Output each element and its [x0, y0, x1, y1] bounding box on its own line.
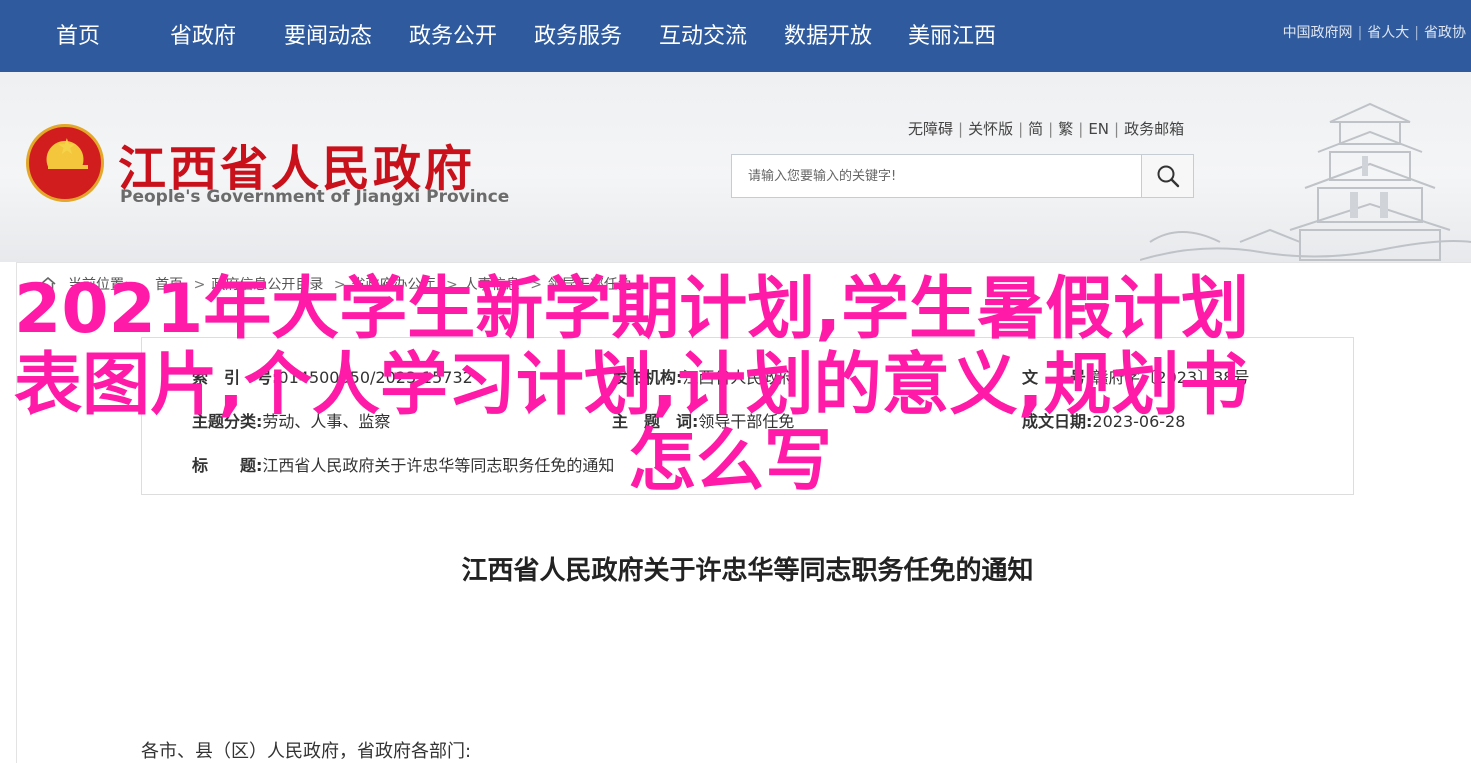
link-elderly-mode[interactable]: 关怀版: [968, 120, 1013, 138]
breadcrumb-disclosure-catalog[interactable]: 政府信息公开目录: [211, 277, 323, 293]
national-emblem-icon: ★: [26, 124, 104, 202]
info-publisher-label: 发布机构:: [612, 368, 683, 387]
top-navigation-bar: 首页 省政府 要闻动态 政务公开 政务服务 互动交流 数据开放 美丽江西 中国政…: [0, 0, 1471, 72]
breadcrumb-leader-appointments[interactable]: 领导干部任免: [548, 277, 632, 293]
nav-item-government-services[interactable]: 政务服务: [534, 18, 622, 50]
document-title: 江西省人民政府关于许忠华等同志职务任免的通知: [461, 556, 1034, 586]
info-index: 索 引 号:014500850/2023-15732: [192, 364, 473, 388]
info-title-value: 江西省人民政府关于许忠华等同志职务任免的通知: [262, 456, 615, 475]
nav-item-beautiful-jiangxi[interactable]: 美丽江西: [908, 18, 996, 50]
link-accessibility[interactable]: 无障碍: [908, 120, 953, 138]
info-subject: 主 题 词:领导干部任免: [612, 408, 794, 432]
info-date-label: 成文日期:: [1022, 412, 1093, 431]
pavilion-illustration: [1140, 102, 1471, 261]
info-subject-value: 领导干部任免: [698, 412, 795, 431]
info-publisher: 发布机构:江西省人民政府: [612, 364, 794, 388]
info-docno-label: 文 号:: [1022, 368, 1093, 387]
link-provincial-congress[interactable]: 省人大: [1367, 25, 1409, 41]
document-paragraph: 各市、县（区）人民政府，省政府各部门:: [141, 741, 472, 762]
link-english[interactable]: EN: [1088, 120, 1109, 138]
site-subtitle: People's Government of Jiangxi Province: [120, 187, 510, 207]
info-subject-label: 主 题 词:: [612, 412, 699, 431]
info-category-value: 劳动、人事、监察: [262, 412, 391, 431]
link-china-government[interactable]: 中国政府网: [1283, 25, 1353, 41]
link-traditional-chinese[interactable]: 繁: [1058, 120, 1073, 138]
breadcrumb-general-office[interactable]: 省政府办公厅: [352, 277, 436, 293]
nav-item-home[interactable]: 首页: [56, 18, 100, 50]
search-input[interactable]: [732, 155, 1142, 197]
search-box: [731, 154, 1194, 198]
link-simplified-chinese[interactable]: 简: [1028, 120, 1043, 138]
info-title-label: 标 题:: [192, 456, 263, 475]
link-separator: |: [1414, 25, 1419, 41]
info-title: 标 题:江西省人民政府关于许忠华等同志职务任免的通知: [192, 452, 614, 476]
info-docno: 文 号:赣府字〔2023〕38号: [1022, 364, 1250, 388]
nav-item-government-affairs-disclosure[interactable]: 政务公开: [409, 18, 497, 50]
info-docno-value: 赣府字〔2023〕38号: [1092, 368, 1250, 387]
home-icon: [40, 277, 56, 291]
breadcrumb-home[interactable]: 首页: [155, 277, 183, 293]
nav-item-open-data[interactable]: 数据开放: [784, 18, 872, 50]
nav-item-news[interactable]: 要闻动态: [284, 18, 372, 50]
info-category-label: 主题分类:: [192, 412, 263, 431]
link-separator: |: [1357, 25, 1363, 41]
info-index-value: 014500850/2023-15732: [278, 368, 473, 387]
nav-item-interaction[interactable]: 互动交流: [659, 18, 747, 50]
info-date-value: 2023-06-28: [1092, 412, 1186, 431]
site-header: ★ 江西省人民政府 People's Government of Jiangxi…: [0, 72, 1471, 262]
info-publisher-value: 江西省人民政府: [682, 368, 795, 387]
document-info-table: 索 引 号:014500850/2023-15732 发布机构:江西省人民政府 …: [141, 337, 1354, 495]
info-category: 主题分类:劳动、人事、监察: [192, 408, 390, 432]
breadcrumb-personnel-info[interactable]: 人事信息: [464, 277, 520, 293]
link-provincial-cppcc[interactable]: 省政协: [1424, 25, 1466, 41]
breadcrumb-label: 当前位置:: [68, 277, 129, 293]
top-external-links: 中国政府网 | 省人大 | 省政协: [1278, 22, 1471, 42]
info-index-label: 索 引 号:: [192, 368, 279, 387]
info-date: 成文日期:2023-06-28: [1022, 408, 1185, 432]
nav-item-provincial-government[interactable]: 省政府: [170, 18, 236, 50]
breadcrumb: 当前位置: 首页 > 政府信息公开目录 > 省政府办公厅 > 人事信息 > 领导干部任免: [40, 274, 632, 294]
